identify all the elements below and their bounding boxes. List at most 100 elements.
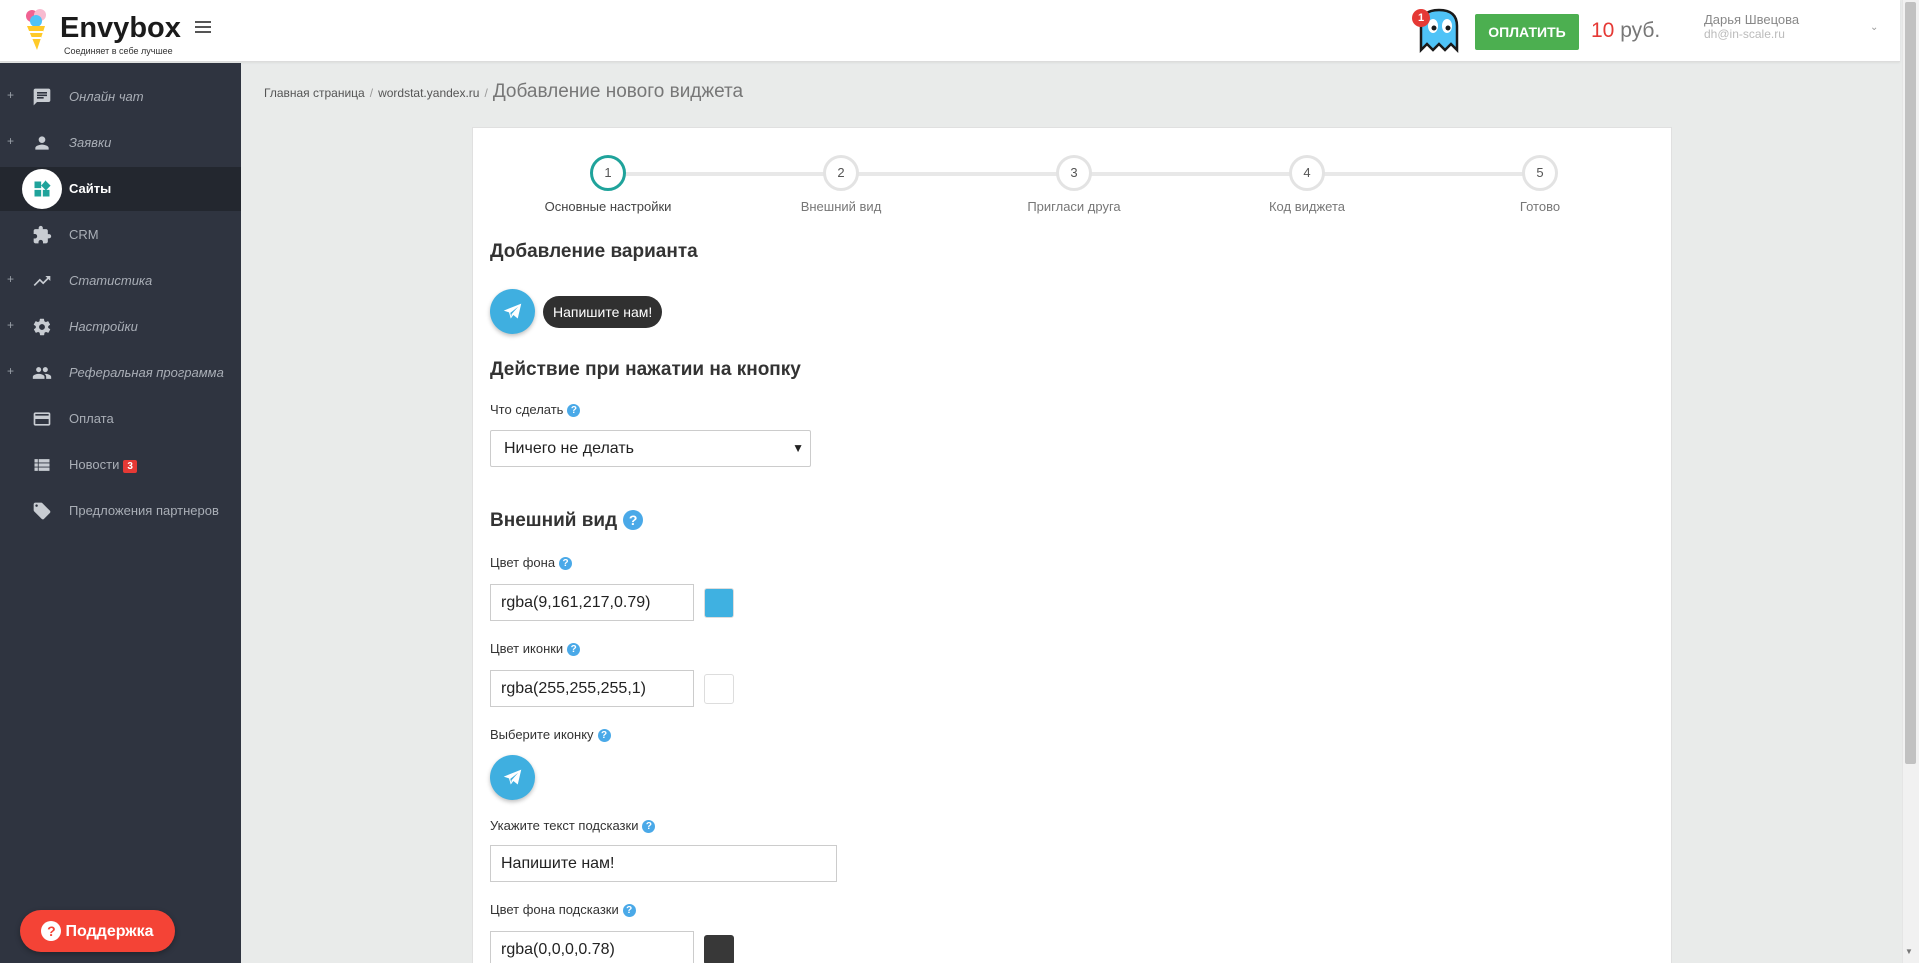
hint-bg-swatch[interactable]	[704, 935, 734, 963]
step-number: 2	[823, 155, 859, 191]
step-number: 3	[1056, 155, 1092, 191]
expand-plus-icon[interactable]: +	[7, 318, 14, 332]
expand-plus-icon[interactable]: +	[7, 364, 14, 378]
step-widget-code[interactable]: 4 Код виджета	[1232, 155, 1382, 214]
sidebar-item-label: Статистика	[69, 273, 153, 288]
icon-color-swatch[interactable]	[704, 674, 734, 704]
help-icon[interactable]: ?	[623, 510, 644, 530]
action-label-text: Что сделать	[490, 402, 564, 417]
breadcrumb-site-link[interactable]: wordstat.yandex.ru	[378, 86, 479, 100]
sidebar-item-news[interactable]: Новости 3	[0, 443, 241, 487]
step-label: Готово	[1519, 199, 1561, 214]
bg-color-label: Цвет фона?	[490, 555, 573, 570]
telegram-icon	[503, 303, 522, 319]
bg-color-swatch[interactable]	[704, 588, 734, 618]
scrollbar-thumb[interactable]	[1905, 2, 1916, 764]
sidebar-item-payment[interactable]: Оплата	[0, 397, 241, 441]
step-appearance[interactable]: 2 Внешний вид	[766, 155, 916, 214]
help-icon[interactable]: ?	[567, 643, 581, 656]
balance-currency: руб.	[1620, 19, 1661, 42]
appearance-heading: Внешний вид?	[490, 510, 644, 532]
pay-button[interactable]: ОПЛАТИТЬ	[1475, 14, 1579, 50]
help-icon[interactable]: ?	[622, 904, 636, 917]
chat-icon	[33, 88, 51, 106]
expand-plus-icon[interactable]: +	[7, 134, 14, 148]
step-number: 4	[1289, 155, 1325, 191]
sidebar-item-partner-offers[interactable]: Предложения партнеров	[0, 489, 241, 533]
top-header: Envybox Соединяет в себе лучшее 1 ОПЛАТИ…	[0, 0, 1900, 62]
balance-amount: 10	[1591, 19, 1615, 42]
notification-badge: 1	[1412, 9, 1430, 27]
sidebar-item-crm[interactable]: CRM	[0, 213, 241, 257]
preview-widget-button[interactable]	[490, 289, 535, 334]
sidebar-item-requests[interactable]: + Заявки	[0, 121, 241, 165]
support-button[interactable]: ? Поддержка	[20, 910, 175, 952]
sidebar-item-label: Онлайн чат	[69, 89, 144, 104]
step-label: Пригласи друга	[1027, 199, 1121, 214]
trending-up-icon	[33, 276, 51, 286]
bg-color-label-text: Цвет фона	[490, 555, 556, 570]
sidebar-item-label: Сайты	[69, 181, 112, 196]
breadcrumb-home-link[interactable]: Главная страница	[264, 86, 365, 100]
tag-icon	[33, 502, 51, 520]
hint-bg-label-text: Цвет фона подсказки	[490, 902, 619, 917]
step-label: Внешний вид	[800, 199, 882, 214]
icon-color-label-text: Цвет иконки	[490, 641, 564, 656]
scroll-down-icon[interactable]: ▼	[1905, 947, 1913, 956]
help-icon[interactable]: ?	[567, 404, 581, 417]
choose-icon-label-text: Выберите иконку	[490, 727, 594, 742]
sidebar-item-label: Оплата	[69, 411, 114, 426]
step-invite-friend[interactable]: 3 Пригласи друга	[999, 155, 1149, 214]
user-name[interactable]: Дарья Швецова	[1704, 12, 1799, 27]
puzzle-icon	[33, 225, 52, 244]
sidebar-item-referral[interactable]: + Реферальная программа	[0, 351, 241, 395]
hint-text-input[interactable]: Напишите нам!	[490, 845, 837, 882]
step-done[interactable]: 5 Готово	[1465, 155, 1615, 214]
widget-wizard-card: 1 Основные настройки 2 Внешний вид 3 При…	[472, 127, 1672, 963]
sidebar-item-online-chat[interactable]: + Онлайн чат	[0, 75, 241, 119]
user-email[interactable]: dh@in-scale.ru	[1704, 27, 1785, 41]
logo-name: Envybox	[60, 12, 181, 44]
help-icon[interactable]: ?	[597, 729, 611, 742]
chevron-down-icon[interactable]: ⌄	[1870, 22, 1878, 33]
sidebar-item-statistics[interactable]: + Статистика	[0, 259, 241, 303]
icon-color-input[interactable]: rgba(255,255,255,1)	[490, 670, 694, 707]
balance: 10 руб.	[1591, 19, 1660, 43]
news-label: Новости	[69, 457, 120, 472]
step-number: 1	[590, 155, 626, 191]
expand-plus-icon[interactable]: +	[7, 88, 14, 102]
menu-toggle-icon[interactable]	[195, 21, 211, 35]
icon-picker-button[interactable]	[490, 755, 535, 800]
question-icon: ?	[41, 921, 62, 941]
hint-bg-input[interactable]: rgba(0,0,0,0.78)	[490, 931, 694, 963]
sidebar-item-label: Настройки	[69, 319, 138, 334]
sidebar-item-label: Новости 3	[69, 457, 137, 473]
step-number: 5	[1522, 155, 1558, 191]
sidebar-item-label: Заявки	[69, 135, 112, 150]
choose-icon-label: Выберите иконку?	[490, 727, 611, 742]
ice-cream-logo-icon	[26, 9, 46, 50]
envybox-logo[interactable]: Envybox Соединяет в себе лучшее	[22, 6, 182, 56]
people-icon	[32, 367, 52, 379]
chevron-down-icon: ▼	[792, 441, 804, 455]
help-icon[interactable]: ?	[642, 820, 656, 833]
variant-heading: Добавление варианта	[490, 241, 698, 262]
expand-plus-icon[interactable]: +	[7, 272, 14, 286]
credit-card-icon	[33, 412, 51, 426]
news-count-badge: 3	[123, 460, 137, 473]
sidebar-item-settings[interactable]: + Настройки	[0, 305, 241, 349]
breadcrumb: Главная страница / wordstat.yandex.ru / Доба…	[264, 81, 744, 102]
sidebar-item-sites[interactable]: Сайты	[0, 167, 241, 211]
icon-color-label: Цвет иконки?	[490, 641, 581, 656]
step-basic-settings[interactable]: 1 Основные настройки	[533, 155, 683, 214]
gear-icon	[33, 318, 51, 336]
sidebar-item-label: Предложения партнеров	[69, 503, 219, 518]
action-heading: Действие при нажатии на кнопку	[490, 359, 801, 380]
help-icon[interactable]: ?	[559, 557, 573, 570]
telegram-icon	[503, 769, 522, 785]
action-select[interactable]: Ничего не делать ▼	[490, 430, 811, 467]
support-label: Поддержка	[65, 923, 154, 940]
bg-color-input[interactable]: rgba(9,161,217,0.79)	[490, 584, 694, 621]
action-select-value: Ничего не делать	[504, 440, 634, 457]
sidebar-item-label: CRM	[69, 227, 99, 242]
